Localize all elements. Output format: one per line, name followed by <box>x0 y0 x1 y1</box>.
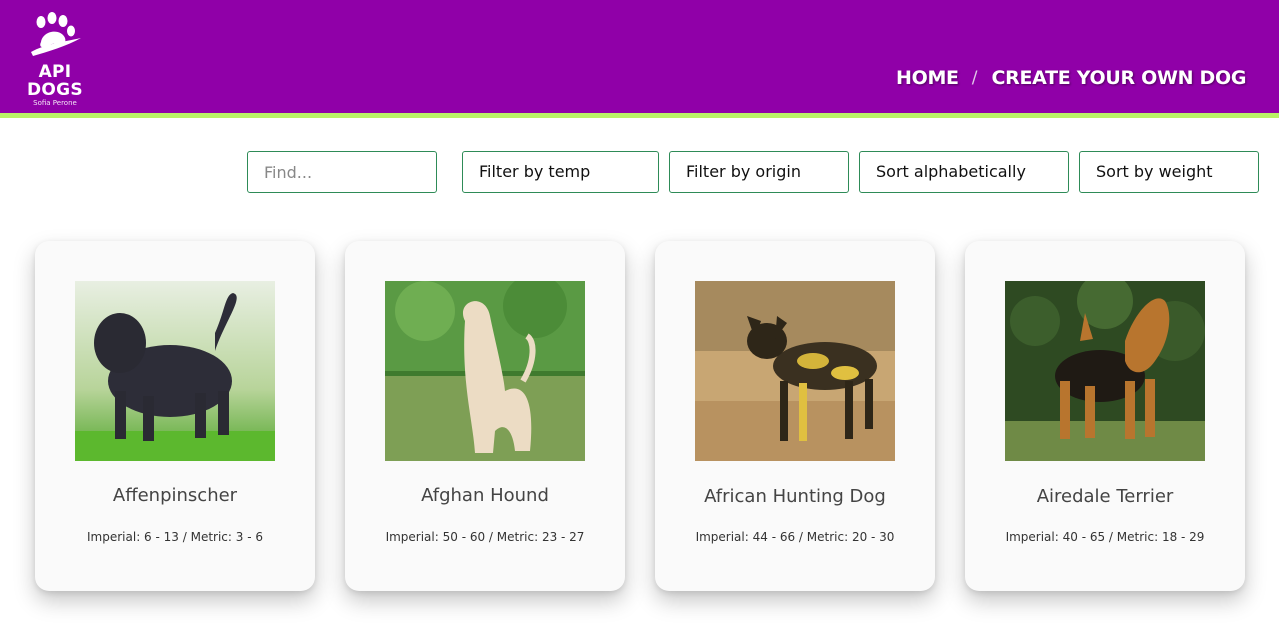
search-input[interactable] <box>264 152 436 192</box>
dog-name: Affenpinscher <box>112 485 238 506</box>
dog-name: Airedale Terrier <box>1036 486 1174 507</box>
header-accent-line <box>0 113 1279 118</box>
dog-name: African Hunting Dog <box>704 486 886 507</box>
dog-image <box>75 281 275 461</box>
dog-card[interactable]: Afghan Hound Imperial: 50 - 60 / Metric:… <box>345 241 625 591</box>
filter-origin-select[interactable]: Filter by origin <box>669 151 849 193</box>
nav-separator: / <box>971 68 978 88</box>
filter-temp-select[interactable]: Filter by temp <box>462 151 659 193</box>
logo[interactable]: API DOGS Sofia Perone <box>8 12 102 107</box>
site-header: API DOGS Sofia Perone HOME / CREATE YOUR… <box>0 0 1279 113</box>
dog-card[interactable]: African Hunting Dog Imperial: 44 - 66 / … <box>655 241 935 591</box>
paw-icon <box>31 12 81 56</box>
dog-name: Afghan Hound <box>421 485 549 506</box>
sort-weight-select[interactable]: Sort by weight <box>1079 151 1259 193</box>
dog-weight: Imperial: 44 - 66 / Metric: 20 - 30 <box>695 530 895 544</box>
dog-weight: Imperial: 40 - 65 / Metric: 18 - 29 <box>1005 530 1205 544</box>
dog-weight: Imperial: 6 - 13 / Metric: 3 - 6 <box>87 530 263 544</box>
dog-image <box>1005 281 1205 461</box>
dog-weight: Imperial: 50 - 60 / Metric: 23 - 27 <box>385 530 585 544</box>
nav-create-dog-link[interactable]: CREATE YOUR OWN DOG <box>991 67 1246 89</box>
search-box <box>247 151 437 193</box>
dog-image <box>385 281 585 461</box>
main-nav: HOME / CREATE YOUR OWN DOG <box>896 67 1246 89</box>
dog-image <box>695 281 895 461</box>
nav-home-link[interactable]: HOME <box>896 67 959 89</box>
dog-card[interactable]: Affenpinscher Imperial: 6 - 13 / Metric:… <box>35 241 315 591</box>
sort-alphabetically-select[interactable]: Sort alphabetically <box>859 151 1069 193</box>
dog-card[interactable]: Airedale Terrier Imperial: 40 - 65 / Met… <box>965 241 1245 591</box>
logo-title: API DOGS <box>27 62 83 100</box>
logo-subtitle: Sofia Perone <box>33 99 77 107</box>
